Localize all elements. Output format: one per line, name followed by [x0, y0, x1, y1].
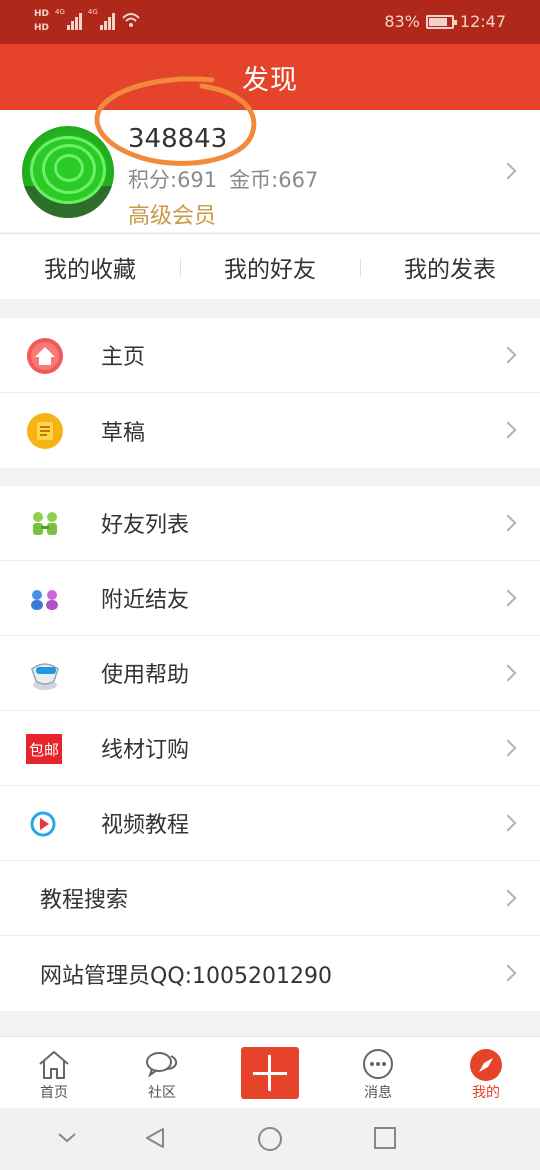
- recents-icon[interactable]: [373, 1126, 397, 1150]
- signal-icon: 4G: [88, 8, 115, 30]
- chevron-right-icon: [499, 162, 517, 180]
- menu-item-home[interactable]: 主页: [0, 318, 540, 393]
- battery-icon: [425, 14, 457, 29]
- nav-label: 社区: [148, 1085, 176, 1101]
- quick-links: 我的收藏 我的好友 我的发表: [0, 233, 540, 299]
- menu-label: 附近结友: [101, 588, 190, 613]
- nav-label: 首页: [40, 1085, 68, 1101]
- nav-label: 消息: [364, 1085, 392, 1101]
- menu-item-drafts[interactable]: 草稿: [0, 393, 540, 468]
- free-shipping-icon: 包邮: [26, 734, 62, 764]
- menu-item-tutorial-search[interactable]: 教程搜索: [0, 861, 540, 936]
- hd-label: HD: [34, 23, 50, 33]
- system-nav-bar: [0, 1108, 540, 1170]
- chevron-right-icon: [499, 664, 517, 682]
- user-id: 348843: [128, 124, 228, 154]
- hd-indicator: HD HD: [34, 8, 49, 34]
- battery-percent: 83%: [384, 12, 420, 31]
- nav-mine[interactable]: 我的: [432, 1037, 540, 1108]
- friends-list-icon: [33, 512, 57, 535]
- profile-card[interactable]: 348843 积分:691 金币:667 高级会员: [0, 110, 540, 232]
- menu-item-video-tutorials[interactable]: 视频教程: [0, 786, 540, 861]
- menu-label: 教程搜索: [40, 888, 129, 913]
- bottom-nav: 首页 社区 消息 我的: [0, 1036, 540, 1108]
- quick-link-label: 我的收藏: [44, 256, 136, 283]
- nav-messages[interactable]: 消息: [324, 1037, 432, 1108]
- menu-item-friend-list[interactable]: 好友列表: [0, 486, 540, 561]
- menu-label: 使用帮助: [101, 663, 190, 688]
- quick-link-label: 我的好友: [224, 256, 316, 283]
- menu-item-admin-contact[interactable]: 网站管理员QQ:1005201290: [0, 936, 540, 1011]
- my-favorites-link[interactable]: 我的收藏: [0, 234, 180, 299]
- chevron-right-icon: [499, 739, 517, 757]
- draft-icon: [27, 413, 63, 449]
- nav-create[interactable]: [216, 1037, 324, 1108]
- status-bar: HD HD 4G 4G 83% 12:47: [0, 0, 540, 44]
- hd-label: HD: [34, 9, 50, 19]
- home-icon: [27, 338, 63, 374]
- my-friends-link[interactable]: 我的好友: [180, 234, 360, 299]
- member-level: 高级会员: [128, 204, 217, 229]
- nearby-people-icon: [31, 590, 58, 610]
- compass-icon: [470, 1049, 502, 1081]
- chevron-right-icon: [499, 589, 517, 607]
- back-icon[interactable]: [143, 1126, 167, 1150]
- chevron-right-icon: [499, 814, 517, 832]
- plus-icon: [241, 1047, 299, 1099]
- home-outline-icon: [39, 1051, 69, 1079]
- menu-item-order-materials[interactable]: 包邮 线材订购: [0, 711, 540, 786]
- message-dots-icon: [363, 1049, 393, 1079]
- menu-group-2: 好友列表 附近结友 使用帮助 包邮 线材订购 视频教程 教程搜索 网站管理员QQ…: [0, 486, 540, 1011]
- coins-value: 金币:667: [229, 168, 319, 192]
- chevron-right-icon: [499, 514, 517, 532]
- menu-label: 草稿: [101, 420, 146, 446]
- video-play-icon: [30, 811, 56, 837]
- chevron-right-icon: [499, 889, 517, 907]
- nav-label: 我的: [472, 1085, 500, 1101]
- menu-label: 网站管理员QQ:1005201290: [40, 963, 333, 989]
- menu-label: 好友列表: [101, 513, 190, 538]
- menu-label: 线材订购: [101, 738, 190, 763]
- avatar[interactable]: [22, 126, 114, 218]
- free-shipping-text: 包邮: [29, 741, 59, 759]
- help-icon: [31, 663, 59, 690]
- points-value: 积分:691: [128, 168, 218, 192]
- clock: 12:47: [459, 12, 506, 31]
- menu-item-nearby-friends[interactable]: 附近结友: [0, 561, 540, 636]
- home-circle-icon[interactable]: [257, 1126, 283, 1152]
- wifi-icon: [122, 13, 140, 27]
- header: 发现: [0, 44, 540, 110]
- nav-community[interactable]: 社区: [108, 1037, 216, 1108]
- quick-link-label: 我的发表: [404, 256, 496, 283]
- chevron-right-icon: [499, 346, 517, 364]
- my-posts-link[interactable]: 我的发表: [360, 234, 540, 299]
- chevron-down-icon[interactable]: [56, 1126, 78, 1148]
- menu-group-1: 主页 草稿: [0, 318, 540, 468]
- chevron-right-icon: [499, 421, 517, 439]
- menu-label: 视频教程: [101, 813, 190, 838]
- chevron-right-icon: [499, 964, 517, 982]
- chat-bubbles-icon: [146, 1052, 178, 1078]
- menu-label: 主页: [101, 345, 146, 370]
- network-type-label: 4G: [55, 8, 65, 16]
- network-type-label: 4G: [87, 8, 98, 16]
- signal-icon: 4G: [55, 8, 82, 30]
- menu-item-help[interactable]: 使用帮助: [0, 636, 540, 711]
- nav-home[interactable]: 首页: [0, 1037, 108, 1108]
- page-title: 发现: [242, 64, 298, 96]
